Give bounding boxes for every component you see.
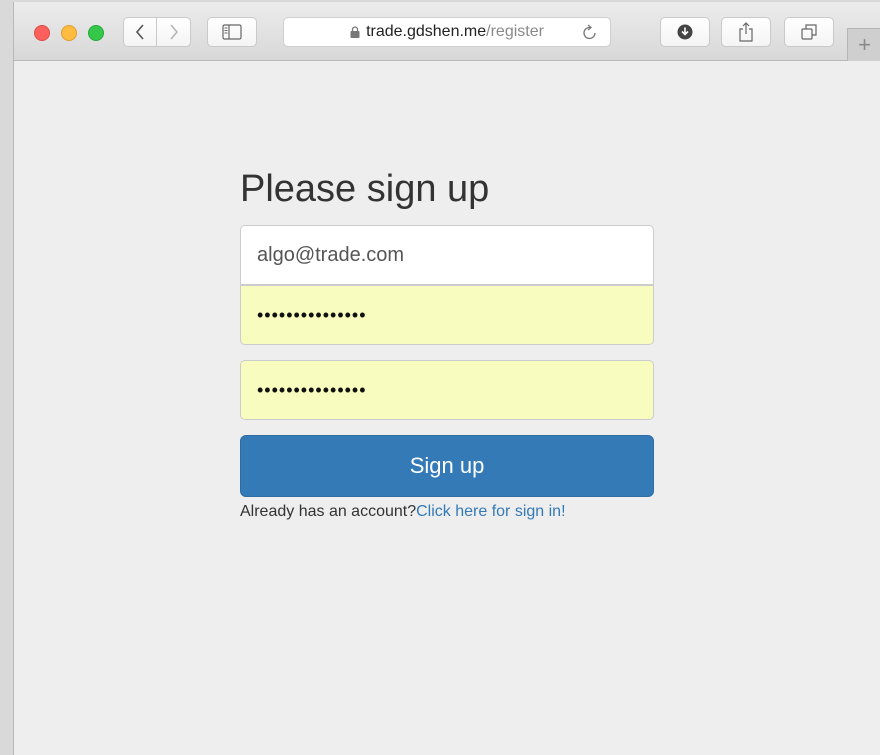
address-bar[interactable]: trade.gdshen.me/register (283, 17, 611, 47)
sign-in-link[interactable]: Click here for sign in! (416, 503, 565, 520)
download-icon (677, 24, 693, 40)
forward-button[interactable] (157, 17, 191, 47)
chevron-left-icon (135, 24, 144, 40)
sign-up-button[interactable]: Sign up (240, 435, 654, 497)
password-field[interactable] (240, 285, 654, 345)
email-field[interactable] (240, 225, 654, 285)
chevron-right-icon (169, 24, 178, 40)
reload-icon[interactable] (582, 24, 598, 41)
url-host: trade.gdshen.me (366, 23, 487, 40)
browser-toolbar: trade.gdshen.me/register + (14, 2, 880, 61)
back-button[interactable] (123, 17, 157, 47)
new-tab-button[interactable]: + (847, 28, 880, 61)
confirm-password-field[interactable] (240, 360, 654, 420)
browser-window: trade.gdshen.me/register + Please sign u… (13, 2, 880, 755)
share-icon (739, 22, 753, 42)
share-button[interactable] (721, 17, 771, 47)
downloads-button[interactable] (660, 17, 710, 47)
tabs-icon (801, 24, 817, 40)
tab-overview-button[interactable] (784, 17, 834, 47)
sidebar-icon (222, 24, 242, 40)
url-path: /register (486, 23, 544, 40)
minimize-window-icon[interactable] (61, 25, 77, 41)
zoom-window-icon[interactable] (88, 25, 104, 41)
signin-prompt-text: Already has an account? (240, 503, 417, 520)
page-title: Please sign up (240, 168, 490, 210)
sidebar-toggle-button[interactable] (207, 17, 257, 47)
page-content: Please sign up Sign up Already has an ac… (14, 61, 880, 755)
lock-icon (350, 26, 360, 38)
close-window-icon[interactable] (34, 25, 50, 41)
signin-prompt: Already has an account?Click here for si… (240, 503, 566, 521)
